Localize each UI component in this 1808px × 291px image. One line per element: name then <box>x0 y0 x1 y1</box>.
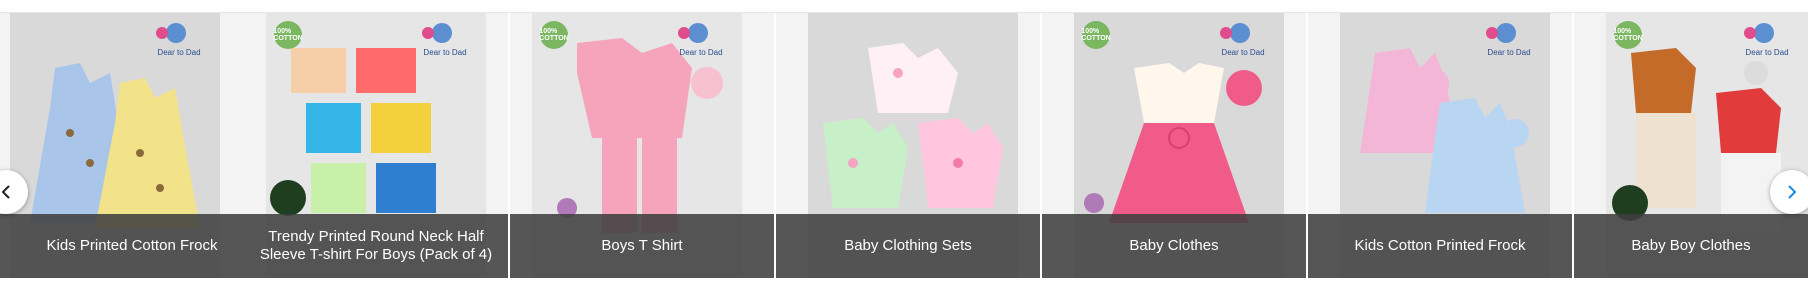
product-card[interactable]: Baby Clothing Sets <box>776 13 1040 278</box>
product-title[interactable]: Baby Boy Clothes <box>1574 214 1808 278</box>
cotton-badge: 100% COTTON <box>273 21 303 49</box>
chevron-right-icon <box>1788 185 1796 199</box>
cotton-badge: 100% COTTON <box>1081 21 1111 49</box>
product-title[interactable]: Kids Cotton Printed Frock <box>1308 214 1572 278</box>
product-card[interactable]: 100% COTTON Dear to Dad Boys T Shirt <box>510 13 774 278</box>
product-title[interactable]: Baby Clothing Sets <box>776 214 1040 278</box>
svg-text:Dear to Dad: Dear to Dad <box>1745 48 1788 57</box>
product-title[interactable]: Trendy Printed Round Neck Half Sleeve T-… <box>244 214 508 278</box>
brand-logo: Dear to Dad <box>1486 23 1531 57</box>
brand-logo: Dear to Dad <box>1220 23 1265 57</box>
product-card[interactable]: 100% COTTON Dear to Dad Baby Clothes <box>1042 13 1306 278</box>
svg-text:Dear to Dad: Dear to Dad <box>423 48 466 57</box>
brand-logo: Dear to Dad <box>1744 23 1789 57</box>
product-card[interactable]: 100% COTTON Dear to Dad Baby Boy Clothes <box>1574 13 1808 278</box>
cotton-badge: 100% COTTON <box>539 21 569 49</box>
chevron-left-icon <box>2 185 10 199</box>
carousel-next-button[interactable] <box>1770 170 1808 214</box>
product-carousel: Dear to Dad Kids Printed Cotton Frock 10… <box>0 13 1808 278</box>
svg-text:Dear to Dad: Dear to Dad <box>1487 48 1530 57</box>
cotton-badge: 100% COTTON <box>1613 21 1643 49</box>
product-title[interactable]: Boys T Shirt <box>510 214 774 278</box>
svg-text:Dear to Dad: Dear to Dad <box>157 48 200 57</box>
product-card[interactable]: 100% COTTON Dear to Dad Trendy Printed R… <box>244 13 508 278</box>
svg-text:Dear to Dad: Dear to Dad <box>1221 48 1264 57</box>
product-title[interactable]: Kids Printed Cotton Frock <box>0 214 264 278</box>
svg-text:Dear to Dad: Dear to Dad <box>679 48 722 57</box>
product-card[interactable]: Dear to Dad Kids Printed Cotton Frock <box>0 13 264 278</box>
brand-logo: Dear to Dad <box>678 23 723 57</box>
brand-logo: Dear to Dad <box>156 23 201 57</box>
product-card[interactable]: Dear to Dad Kids Cotton Printed Frock <box>1308 13 1572 278</box>
brand-logo: Dear to Dad <box>422 23 467 57</box>
product-title[interactable]: Baby Clothes <box>1042 214 1306 278</box>
